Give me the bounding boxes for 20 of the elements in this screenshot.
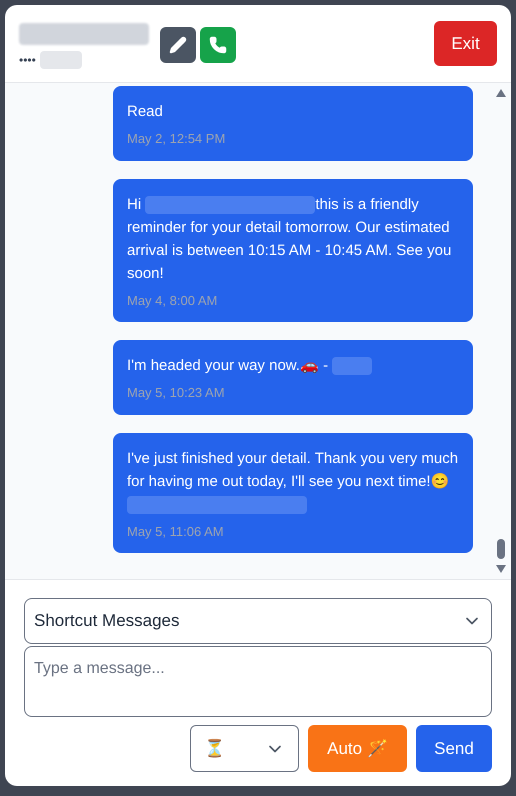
exit-button[interactable]: Exit [434, 21, 497, 66]
message-text: Read [127, 102, 164, 122]
redacted-text [332, 357, 372, 376]
message-field[interactable]: Type a message... [24, 646, 492, 717]
message-time: May 5, 11:06 AM [127, 522, 225, 541]
redacted-text [40, 51, 82, 69]
message-text: I've just finished your detail. Thank you very much for having me out today, I'll see you next time!😊 [127, 446, 459, 516]
auto-button[interactable]: Auto 🪄 [308, 725, 407, 772]
pencil-icon [169, 36, 187, 54]
message-text: I'm headed your way now.🚗 - [127, 354, 459, 377]
send-button[interactable]: Send [416, 725, 492, 772]
message-text: Hi this is a friendly reminder for your detail tomorrow. Our estimated arrival is between 10:15 AM - 10:45 AM. See you soon! [127, 194, 452, 284]
message-time: May 5, 10:23 AM [127, 384, 226, 402]
shortcut-select[interactable]: Shortcut Messages [24, 598, 492, 644]
masked-phone: •••• [19, 54, 36, 66]
phone-icon [209, 36, 227, 54]
edit-button[interactable] [160, 27, 196, 63]
message-time: May 4, 8:00 AM [127, 292, 218, 310]
message-time: May 2, 12:54 PM [127, 130, 226, 148]
call-button[interactable] [200, 27, 236, 63]
